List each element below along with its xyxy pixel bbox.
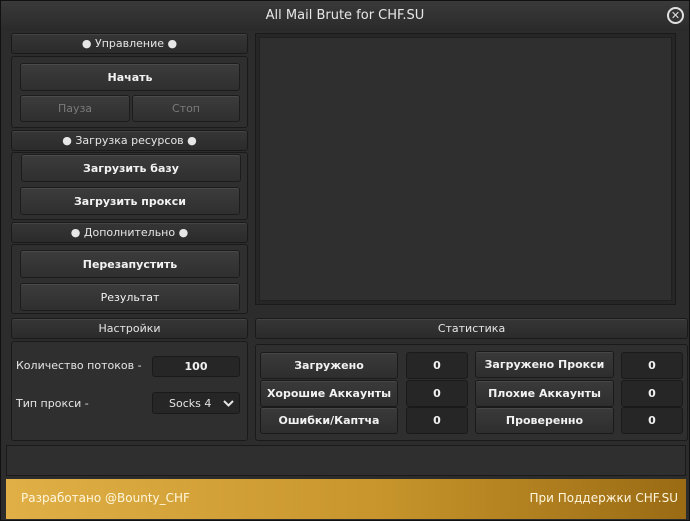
- pause-button[interactable]: Пауза: [20, 95, 130, 122]
- restart-button[interactable]: Перезапустить: [20, 250, 240, 278]
- result-button[interactable]: Результат: [20, 283, 240, 311]
- log-output[interactable]: [255, 33, 676, 305]
- stop-button[interactable]: Стоп: [132, 95, 240, 122]
- load-proxy-button[interactable]: Загрузить прокси: [20, 187, 240, 215]
- extra-header: ● Дополнительно ●: [11, 222, 248, 243]
- settings-header: Настройки: [11, 318, 248, 339]
- checked-label: Проверенно: [475, 407, 614, 434]
- window-title: All Mail Brute for CHF.SU: [265, 8, 425, 23]
- control-header: ● Управление ●: [11, 33, 248, 54]
- proxy-type-select[interactable]: Socks 4: [152, 392, 240, 414]
- log-output-inner: [259, 37, 672, 301]
- stats-header: Статистика: [255, 318, 688, 339]
- chevron-down-icon: [223, 393, 234, 420]
- support-credit: При Поддержки CHF.SU: [529, 491, 678, 505]
- title-bar: All Mail Brute for CHF.SU ✕: [1, 1, 689, 31]
- good-accounts-value: 0: [406, 380, 468, 407]
- loaded-proxies-label: Загружено Прокси: [475, 351, 614, 378]
- developer-credit: Разработано @Bounty_CHF: [21, 491, 190, 505]
- proxy-type-value: Socks 4: [169, 397, 212, 410]
- good-accounts-label: Хорошие Аккаунты: [260, 380, 398, 407]
- app-window: All Mail Brute for CHF.SU ✕ ● Управление…: [0, 0, 690, 521]
- loaded-accounts-value: 0: [406, 352, 468, 379]
- threads-label: Количество потоков -: [16, 359, 142, 372]
- footer-banner: Разработано @Bounty_CHF При Поддержки CH…: [6, 479, 686, 519]
- checked-value: 0: [621, 407, 683, 434]
- resources-header: ● Загрузка ресурсов ●: [11, 130, 248, 151]
- load-base-button[interactable]: Загрузить базу: [21, 154, 241, 182]
- bad-accounts-value: 0: [621, 380, 683, 407]
- start-button[interactable]: Начать: [20, 63, 240, 91]
- loaded-accounts-label: Загружено Аккаунтов: [260, 352, 398, 398]
- bad-accounts-label: Плохие Аккаунты: [475, 380, 614, 407]
- close-icon[interactable]: ✕: [667, 7, 684, 24]
- threads-input[interactable]: 100: [152, 356, 240, 377]
- status-bar: [6, 445, 686, 476]
- proxy-type-label: Тип прокси -: [16, 397, 89, 410]
- loaded-proxies-value: 0: [621, 352, 683, 379]
- errors-label: Ошибки/Каптча: [260, 407, 398, 434]
- errors-value: 0: [406, 407, 468, 434]
